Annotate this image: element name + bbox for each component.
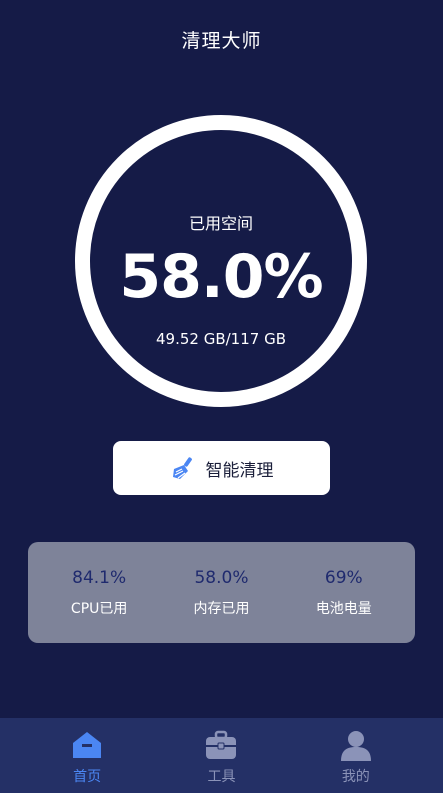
storage-ring: 已用空间 58.0% 49.52 GB/117 GB [75, 115, 367, 407]
toolbox-icon [206, 730, 237, 759]
stat-memory-value: 58.0% [194, 567, 249, 588]
home-icon [73, 732, 102, 758]
bottom-tabbar: 首页 工具 我的 [0, 718, 443, 793]
stat-cpu-value: 84.1% [72, 567, 127, 588]
page-title: 清理大师 [181, 30, 262, 52]
stat-cpu: 84.1% CPU已用 [44, 568, 154, 618]
stat-memory-label: 内存已用 [193, 600, 250, 617]
storage-usage: 49.52 GB/117 GB [156, 330, 286, 348]
tab-home-label: 首页 [73, 769, 102, 785]
stat-battery-label: 电池电量 [315, 600, 372, 617]
storage-percent: 58.0% [119, 242, 323, 312]
tab-home[interactable]: 首页 [42, 718, 132, 786]
storage-label: 已用空间 [188, 214, 253, 233]
smart-clean-label: 智能清理 [205, 460, 274, 481]
stat-battery-value: 69% [324, 567, 363, 588]
tab-profile-label: 我的 [341, 769, 370, 785]
tab-profile[interactable]: 我的 [311, 718, 401, 786]
broom-icon [170, 455, 196, 481]
stats-panel: 84.1% CPU已用 58.0% 内存已用 69% 电池电量 [28, 542, 415, 643]
user-icon [340, 731, 371, 761]
tab-tools-label: 工具 [207, 769, 236, 785]
smart-clean-button[interactable]: 智能清理 [113, 441, 330, 495]
stat-battery: 69% 电池电量 [289, 568, 399, 618]
stat-cpu-label: CPU已用 [70, 600, 128, 617]
stat-memory: 58.0% 内存已用 [166, 568, 276, 618]
tab-tools[interactable]: 工具 [176, 718, 266, 786]
